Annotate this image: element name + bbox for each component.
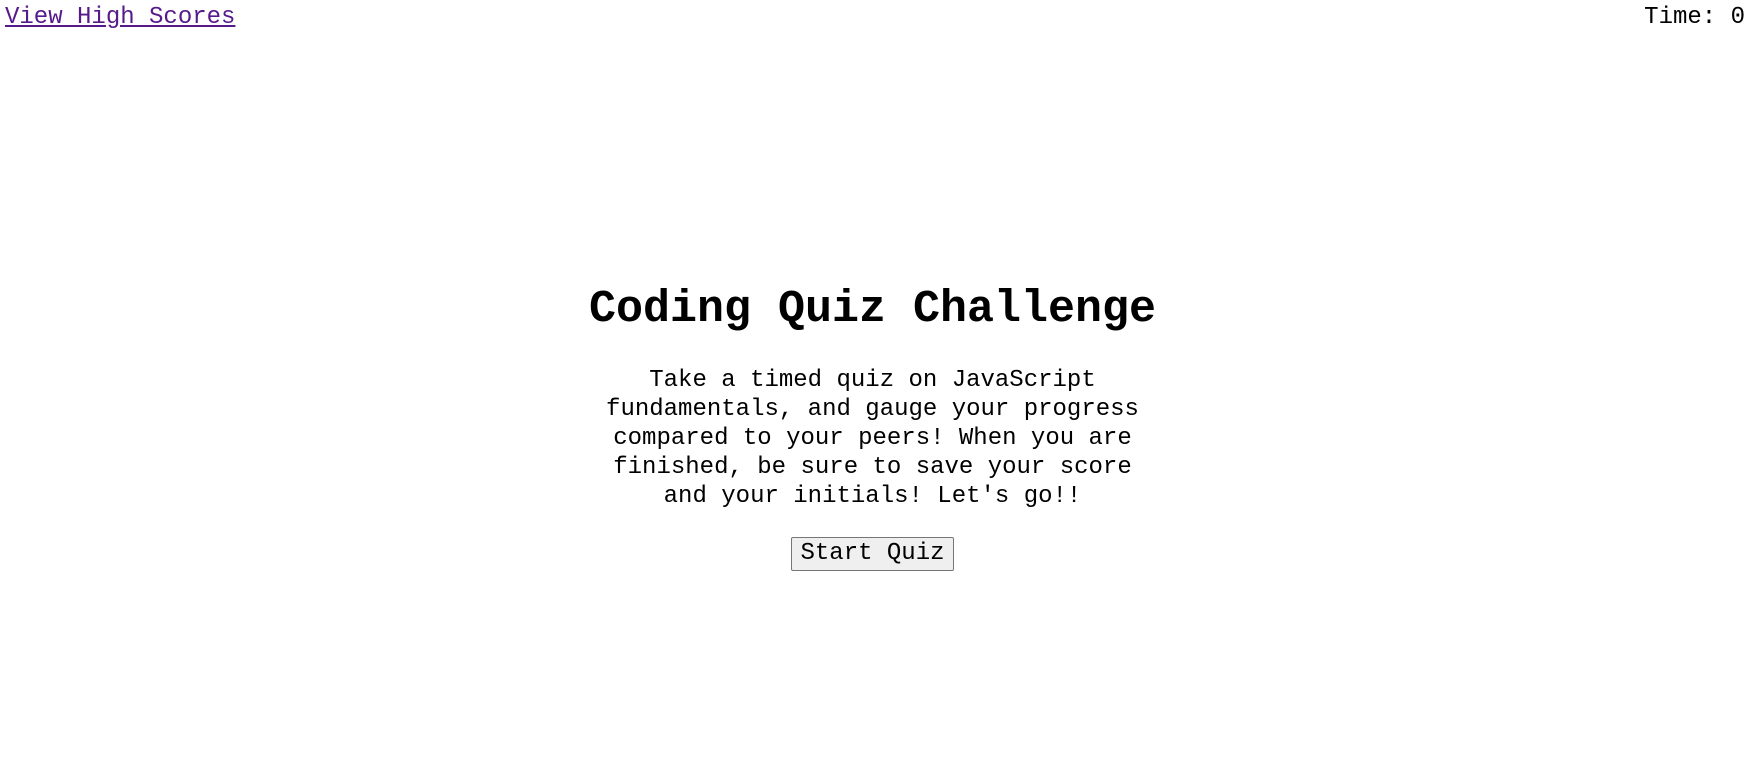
- timer: Time: 0: [1644, 3, 1745, 33]
- page-header: View High Scores Time: 0: [0, 0, 1745, 36]
- start-quiz-button[interactable]: Start Quiz: [791, 537, 954, 571]
- view-high-scores-link[interactable]: View High Scores: [5, 3, 235, 33]
- start-screen: Coding Quiz Challenge Take a timed quiz …: [0, 282, 1745, 571]
- page-title: Coding Quiz Challenge: [588, 284, 1157, 335]
- timer-label: Time:: [1644, 4, 1717, 31]
- timer-value: 0: [1730, 4, 1745, 31]
- quiz-intro-text: Take a timed quiz on JavaScript fundamen…: [606, 367, 1139, 510]
